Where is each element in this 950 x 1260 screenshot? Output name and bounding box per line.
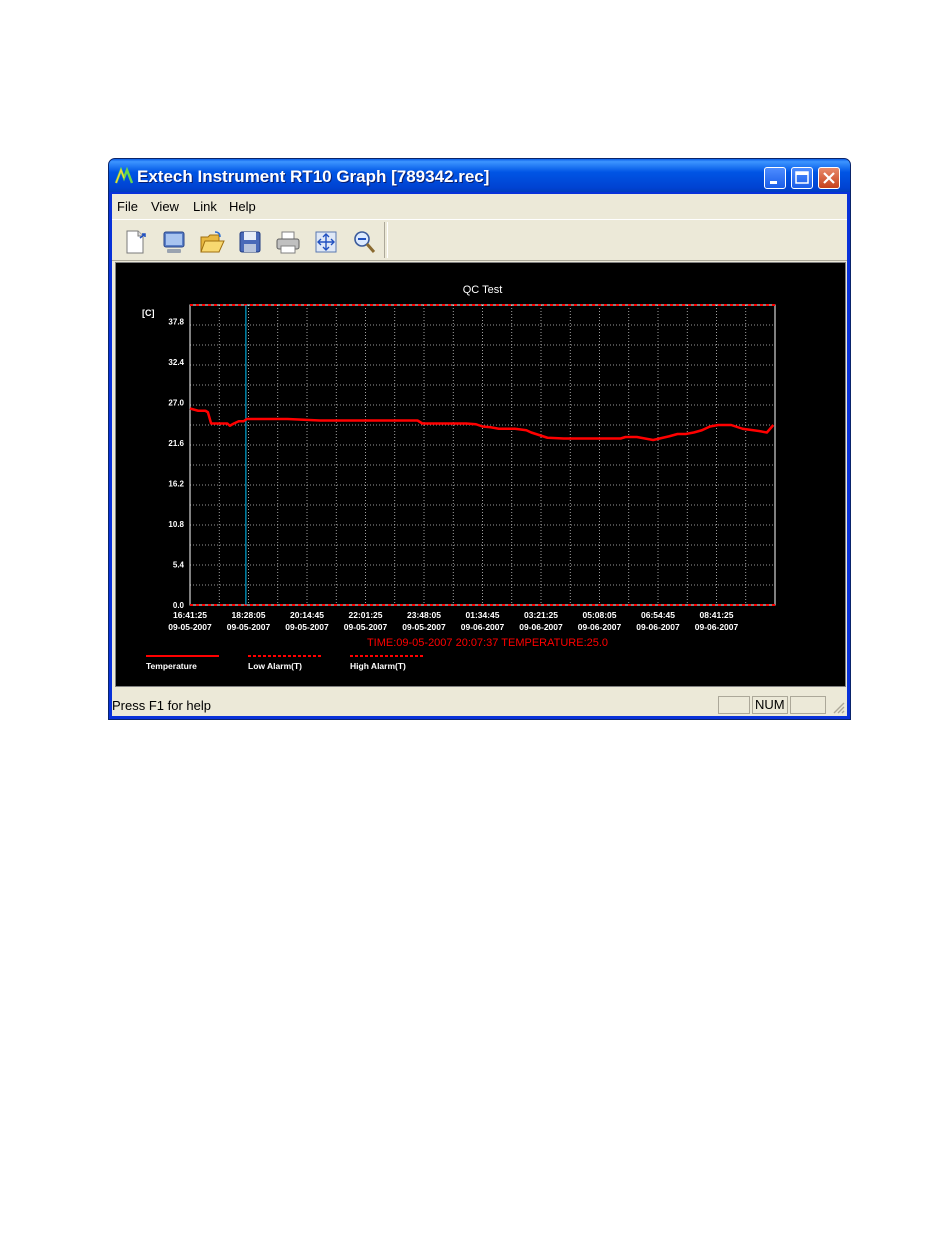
cursor-readout: TIME:09-05-2007 20:07:37 TEMPERATURE:25.… xyxy=(367,637,608,649)
y-tick-label: 5.4 xyxy=(173,561,185,570)
x-tick-time: 03:21:25 xyxy=(524,610,558,620)
x-tick-date: 09-06-2007 xyxy=(578,622,622,632)
x-tick-date: 09-05-2007 xyxy=(168,622,212,632)
legend-label: High Alarm(T) xyxy=(350,661,406,671)
x-tick-time: 23:48:05 xyxy=(407,610,441,620)
zoom-out-icon[interactable] xyxy=(350,228,378,256)
open-folder-icon[interactable] xyxy=(198,228,226,256)
status-pane-scroll xyxy=(790,696,826,714)
x-tick-time: 08:41:25 xyxy=(699,610,733,620)
x-tick-time: 01:34:45 xyxy=(465,610,499,620)
title-bar[interactable]: Extech Instrument RT10 Graph [789342.rec… xyxy=(109,159,850,192)
status-pane-caps xyxy=(718,696,750,714)
print-icon[interactable] xyxy=(274,228,302,256)
y-tick-label: 21.6 xyxy=(168,439,184,448)
menu-file[interactable]: File xyxy=(117,199,138,214)
x-tick-time: 05:08:05 xyxy=(582,610,616,620)
menu-bar: File View Link Help xyxy=(112,194,847,218)
graph-panel[interactable]: QC Test [C] 37.8 32.4 27.0 21.6 16.2 10.8 5.4 0.0… xyxy=(115,262,846,687)
close-button[interactable] xyxy=(818,167,840,189)
status-help-text: Press F1 for help xyxy=(112,698,211,713)
maximize-icon xyxy=(795,171,809,184)
app-window: Extech Instrument RT10 Graph [789342.rec… xyxy=(108,158,851,720)
x-tick-time: 22:01:25 xyxy=(348,610,382,620)
y-tick-label: 0.0 xyxy=(173,601,185,610)
chart-title: QC Test xyxy=(463,284,503,296)
toolbar-separator xyxy=(384,222,388,258)
x-tick-time: 06:54:45 xyxy=(641,610,675,620)
x-tick-time: 16:41:25 xyxy=(173,610,207,620)
menu-link[interactable]: Link xyxy=(193,199,217,214)
legend-label: Low Alarm(T) xyxy=(248,661,302,671)
x-tick-date: 09-05-2007 xyxy=(344,622,388,632)
status-pane-num: NUM xyxy=(752,696,788,714)
x-tick-date: 09-06-2007 xyxy=(695,622,739,632)
minimize-button[interactable] xyxy=(764,167,786,189)
maximize-button[interactable] xyxy=(791,167,813,189)
minimize-icon xyxy=(770,181,777,184)
new-icon[interactable] xyxy=(122,228,150,256)
toolbar xyxy=(112,219,847,261)
y-tick-label: 16.2 xyxy=(168,480,184,489)
y-tick-label: 27.0 xyxy=(168,399,184,408)
window-title: Extech Instrument RT10 Graph [789342.rec… xyxy=(137,167,490,186)
y-tick-label: 37.8 xyxy=(168,318,184,327)
x-tick-date: 09-06-2007 xyxy=(519,622,563,632)
client-area: File View Link Help QC Test [C] 37.8 32.… xyxy=(112,194,847,716)
close-icon xyxy=(823,172,835,184)
save-icon[interactable] xyxy=(236,228,264,256)
x-tick-date: 09-05-2007 xyxy=(227,622,271,632)
resize-grip-icon[interactable] xyxy=(831,700,845,714)
menu-help[interactable]: Help xyxy=(229,199,256,214)
y-axis-label: [C] xyxy=(142,308,155,318)
monitor-icon[interactable] xyxy=(160,228,188,256)
y-tick-label: 10.8 xyxy=(168,520,184,529)
temperature-chart[interactable]: QC Test [C] 37.8 32.4 27.0 21.6 16.2 10.8 5.4 0.0… xyxy=(116,263,845,686)
legend-label: Temperature xyxy=(146,661,197,671)
fit-icon[interactable] xyxy=(312,228,340,256)
app-logo-icon xyxy=(115,167,133,184)
status-bar: Press F1 for help NUM xyxy=(112,694,847,716)
x-tick-time: 20:14:45 xyxy=(290,610,324,620)
menu-view[interactable]: View xyxy=(151,199,179,214)
x-tick-date: 09-06-2007 xyxy=(636,622,680,632)
x-tick-time: 18:28:05 xyxy=(231,610,265,620)
y-tick-label: 32.4 xyxy=(168,358,184,367)
x-tick-date: 09-05-2007 xyxy=(285,622,329,632)
x-tick-date: 09-05-2007 xyxy=(402,622,446,632)
x-tick-date: 09-06-2007 xyxy=(461,622,505,632)
